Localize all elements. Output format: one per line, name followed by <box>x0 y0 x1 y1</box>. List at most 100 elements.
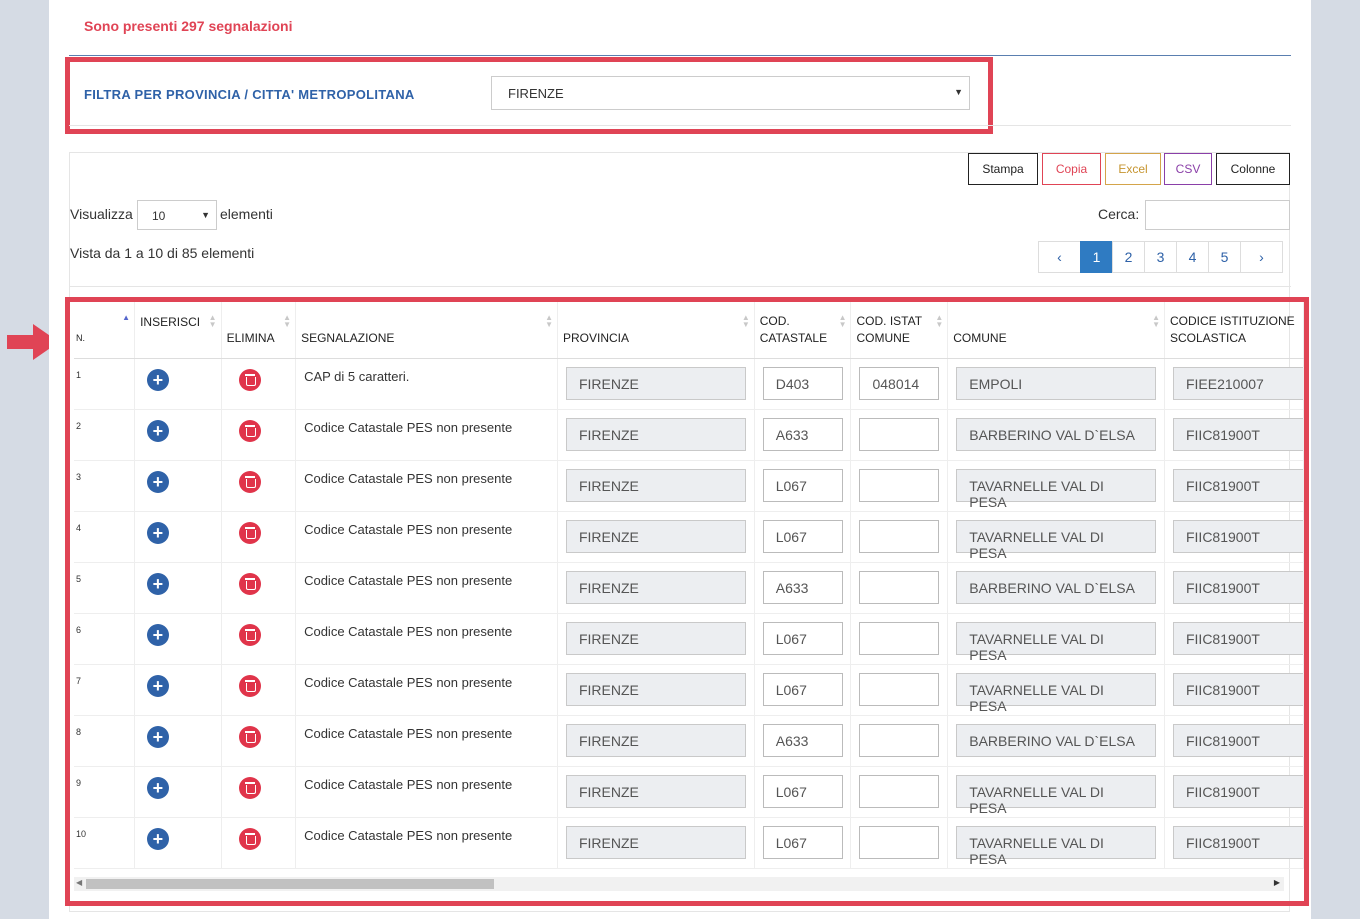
plus-circle-icon[interactable]: + <box>146 368 169 391</box>
page-length-select[interactable]: 10 ▼ <box>137 200 217 230</box>
trash-circle-icon[interactable] <box>239 776 262 799</box>
columns-button[interactable]: Colonne <box>1216 153 1290 185</box>
provincia-field[interactable]: FIRENZE <box>565 774 746 808</box>
codice-istituzione-field[interactable]: FIIC81900T <box>1172 417 1303 451</box>
codice-istituzione-field[interactable]: FIIC81900T <box>1172 519 1303 553</box>
provincia-field[interactable]: FIRENZE <box>565 519 746 553</box>
comune-field[interactable]: TAVARNELLE VAL DI PESA <box>956 825 1157 867</box>
plus-circle-icon[interactable]: + <box>146 419 169 442</box>
trash-circle-icon[interactable] <box>239 521 262 544</box>
codice-istituzione-field[interactable]: FIEE210007 <box>1172 366 1303 400</box>
cod-catastale-field[interactable]: D403 <box>762 366 843 400</box>
cod-istat-field[interactable] <box>859 825 940 859</box>
excel-button[interactable]: Excel <box>1105 153 1161 185</box>
plus-circle-icon[interactable]: + <box>146 572 169 595</box>
trash-circle-icon[interactable] <box>239 368 262 391</box>
cod-catastale-field[interactable]: L067 <box>762 825 843 859</box>
provincia-field[interactable]: FIRENZE <box>565 621 746 655</box>
codice-istituzione-field[interactable]: FIIC81900T <box>1172 570 1303 604</box>
col-header-segnalazione[interactable]: SEGNALAZIONE ▲ ▼ <box>295 302 558 359</box>
csv-button[interactable]: CSV <box>1164 153 1212 185</box>
page-1-button[interactable]: 1 <box>1080 241 1113 273</box>
codice-istituzione-field[interactable]: FIIC81900T <box>1172 672 1303 706</box>
cod-istat-field[interactable] <box>859 468 940 502</box>
scroll-right-icon[interactable]: ▶ <box>1274 878 1280 887</box>
province-select[interactable]: FIRENZE ▼ <box>491 76 970 110</box>
trash-circle-icon[interactable] <box>239 572 262 595</box>
col-header-inserisci[interactable]: INSERISCI ▲ ▼ <box>134 302 222 359</box>
plus-circle-icon[interactable]: + <box>146 521 169 544</box>
comune-field[interactable]: TAVARNELLE VAL DI PESA <box>956 774 1157 816</box>
print-button[interactable]: Stampa <box>968 153 1038 185</box>
codice-istituzione-field[interactable]: FIIC81900T <box>1172 774 1303 808</box>
col-header-provincia[interactable]: PROVINCIA ▲ ▼ <box>557 302 755 359</box>
cod-catastale-field[interactable]: A633 <box>762 570 843 604</box>
prev-page-button[interactable]: ‹ <box>1038 241 1081 273</box>
provincia-field[interactable]: FIRENZE <box>565 366 746 400</box>
trash-circle-icon[interactable] <box>239 470 262 493</box>
col-header-codice-istituzione[interactable]: CODICE ISTITUZIONE SCOLASTICA <box>1164 302 1304 359</box>
cod-istat-field[interactable] <box>859 570 940 604</box>
cod-istat-field[interactable] <box>859 723 940 757</box>
provincia-field[interactable]: FIRENZE <box>565 825 746 859</box>
cod-istat-field[interactable] <box>859 519 940 553</box>
comune-field[interactable]: TAVARNELLE VAL DI PESA <box>956 468 1157 510</box>
trash-circle-icon[interactable] <box>239 419 262 442</box>
copy-button[interactable]: Copia <box>1042 153 1101 185</box>
page-5-button[interactable]: 5 <box>1208 241 1241 273</box>
table-row: 3 + Codice Catastale PES non presente FIREN… <box>74 460 1304 512</box>
scroll-left-icon[interactable]: ◀ <box>76 878 82 887</box>
trash-circle-icon[interactable] <box>239 725 262 748</box>
search-input[interactable] <box>1145 200 1290 230</box>
page-3-button[interactable]: 3 <box>1144 241 1177 273</box>
page-2-button[interactable]: 2 <box>1112 241 1145 273</box>
trash-circle-icon[interactable] <box>239 674 262 697</box>
plus-circle-icon[interactable]: + <box>146 470 169 493</box>
horizontal-scrollbar[interactable]: ◀ ▶ <box>74 877 1284 891</box>
scrollbar-thumb[interactable] <box>86 879 494 889</box>
col-header-cod-catastale[interactable]: COD. CATASTALE ▲ ▼ <box>754 302 852 359</box>
cod-catastale-field[interactable]: L067 <box>762 468 843 502</box>
plus-circle-icon[interactable]: + <box>146 725 169 748</box>
plus-circle-icon[interactable]: + <box>146 827 169 850</box>
col-header-cod-istat[interactable]: COD. ISTAT COMUNE ▲ ▼ <box>850 302 949 359</box>
next-page-button[interactable]: › <box>1240 241 1283 273</box>
cod-catastale-field[interactable]: L067 <box>762 774 843 808</box>
comune-field[interactable]: TAVARNELLE VAL DI PESA <box>956 621 1157 663</box>
row-number: 1 <box>74 358 136 410</box>
provincia-field[interactable]: FIRENZE <box>565 468 746 502</box>
page-4-button[interactable]: 4 <box>1176 241 1209 273</box>
comune-field[interactable]: BARBERINO VAL D`ELSA <box>956 570 1157 604</box>
cod-catastale-field[interactable]: A633 <box>762 417 843 451</box>
cod-catastale-field[interactable]: L067 <box>762 621 843 655</box>
cod-istat-field[interactable] <box>859 774 940 808</box>
comune-field[interactable]: EMPOLI <box>956 366 1157 400</box>
provincia-field[interactable]: FIRENZE <box>565 417 746 451</box>
comune-field[interactable]: TAVARNELLE VAL DI PESA <box>956 672 1157 714</box>
cod-istat-field[interactable]: 048014 <box>859 366 940 400</box>
col-header-elimina[interactable]: ELIMINA ▲ ▼ <box>221 302 297 359</box>
cod-catastale-field[interactable]: A633 <box>762 723 843 757</box>
comune-field[interactable]: TAVARNELLE VAL DI PESA <box>956 519 1157 561</box>
provincia-field[interactable]: FIRENZE <box>565 672 746 706</box>
cod-istat-field[interactable] <box>859 672 940 706</box>
trash-circle-icon[interactable] <box>239 827 262 850</box>
trash-circle-icon[interactable] <box>239 623 262 646</box>
cod-catastale-field[interactable]: L067 <box>762 672 843 706</box>
col-header-n[interactable]: N. ▲ <box>74 302 136 359</box>
provincia-field[interactable]: FIRENZE <box>565 570 746 604</box>
plus-circle-icon[interactable]: + <box>146 623 169 646</box>
plus-circle-icon[interactable]: + <box>146 674 169 697</box>
comune-field[interactable]: BARBERINO VAL D`ELSA <box>956 723 1157 757</box>
codice-istituzione-field[interactable]: FIIC81900T <box>1172 621 1303 655</box>
cod-istat-field[interactable] <box>859 417 940 451</box>
plus-circle-icon[interactable]: + <box>146 776 169 799</box>
provincia-field[interactable]: FIRENZE <box>565 723 746 757</box>
comune-field[interactable]: BARBERINO VAL D`ELSA <box>956 417 1157 451</box>
cod-catastale-field[interactable]: L067 <box>762 519 843 553</box>
codice-istituzione-field[interactable]: FIIC81900T <box>1172 825 1303 859</box>
codice-istituzione-field[interactable]: FIIC81900T <box>1172 723 1303 757</box>
col-header-comune[interactable]: COMUNE ▲ ▼ <box>947 302 1165 359</box>
cod-istat-field[interactable] <box>859 621 940 655</box>
codice-istituzione-field[interactable]: FIIC81900T <box>1172 468 1303 502</box>
